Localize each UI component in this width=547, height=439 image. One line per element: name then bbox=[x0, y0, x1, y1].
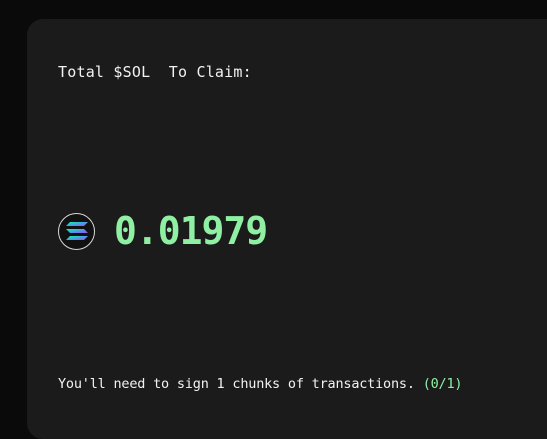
claim-amount-row: 0.01979 bbox=[58, 207, 268, 255]
sign-note-text: You'll need to sign 1 chunks of transact… bbox=[58, 376, 415, 392]
sign-progress-counter: (0/1) bbox=[422, 376, 463, 392]
claim-card: Total $SOL To Claim: 0.01979 You'll need… bbox=[27, 19, 547, 439]
solana-logo-icon bbox=[58, 212, 95, 250]
sign-transactions-note: You'll need to sign 1 chunks of transact… bbox=[58, 376, 463, 392]
claim-amount-value: 0.01979 bbox=[114, 209, 268, 253]
total-to-claim-label: Total $SOL To Claim: bbox=[58, 63, 252, 81]
